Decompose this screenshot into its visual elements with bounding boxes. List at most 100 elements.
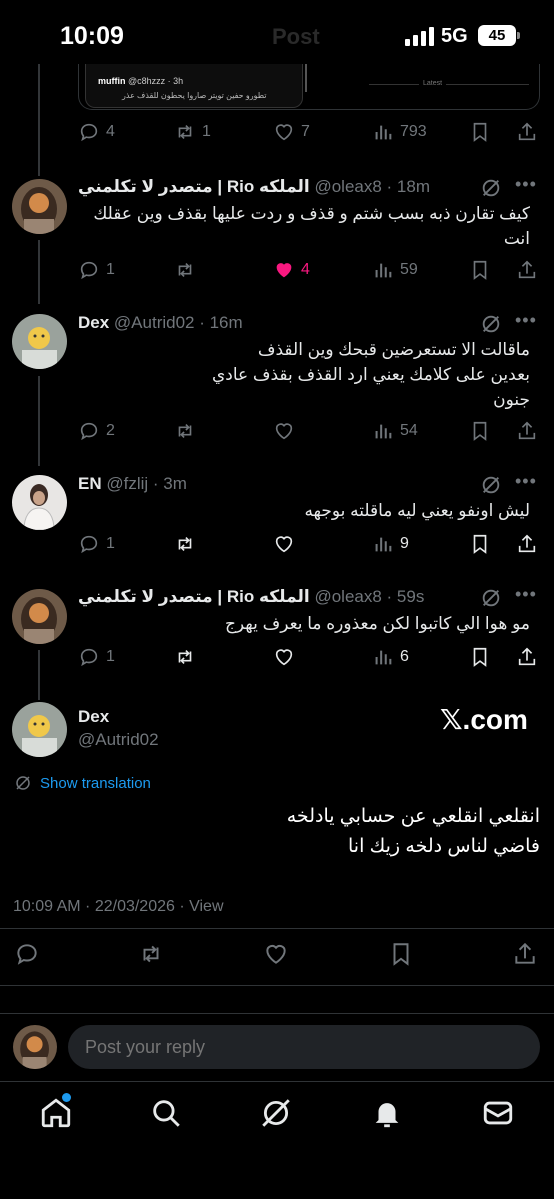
share-icon	[515, 942, 535, 964]
views-button[interactable]: 54	[372, 418, 418, 444]
share-button[interactable]	[512, 941, 538, 967]
reply-icon	[80, 648, 98, 667]
grok-icon[interactable]	[480, 313, 502, 335]
repost-button[interactable]: 1	[174, 119, 211, 145]
author-name[interactable]: Dex	[78, 707, 109, 727]
tab-notifications[interactable]	[370, 1096, 404, 1130]
reply-button[interactable]: 1	[78, 531, 115, 557]
network-label: 5G	[441, 25, 468, 47]
share-icon	[518, 647, 536, 666]
repost-icon	[178, 262, 192, 278]
bookmark-button[interactable]	[469, 257, 491, 283]
author-handle[interactable]: @oleax8 · 18m	[314, 177, 430, 196]
avatar[interactable]	[12, 702, 67, 757]
heart-icon	[266, 944, 286, 964]
more-icon[interactable]: •••	[515, 471, 537, 492]
mail-icon	[483, 1101, 513, 1125]
reply-count: 4	[106, 123, 115, 140]
author-name[interactable]: Dex	[78, 313, 109, 332]
signal-icon	[405, 27, 434, 46]
repost-button[interactable]	[174, 644, 196, 670]
repost-button[interactable]	[138, 941, 164, 967]
tab-search[interactable]	[149, 1096, 183, 1130]
like-button[interactable]	[273, 644, 295, 670]
more-icon[interactable]: •••	[515, 584, 537, 605]
author-handle[interactable]: @oleax8 · 59s	[314, 587, 424, 606]
author-name[interactable]: EN	[78, 474, 102, 493]
bookmark-icon	[393, 943, 409, 966]
avatar-image	[12, 475, 67, 530]
heart-icon	[275, 423, 293, 440]
post-actions: 2 54	[78, 418, 540, 444]
share-icon	[518, 421, 536, 440]
like-button[interactable]	[273, 418, 295, 444]
bookmark-button[interactable]	[469, 418, 491, 444]
post-actions	[14, 941, 540, 967]
reply-input[interactable]	[68, 1025, 540, 1069]
like-button[interactable]: 4	[273, 257, 310, 283]
reply-button[interactable]: 1	[78, 257, 115, 283]
author-name[interactable]: الملكه Rio | متصدر لا تكلمني	[78, 177, 310, 196]
my-avatar[interactable]	[13, 1025, 57, 1069]
more-icon[interactable]: •••	[515, 310, 537, 331]
views-icon	[375, 424, 392, 439]
quoted-post-handle: @c8hzzz · 3h	[128, 76, 184, 86]
grok-icon	[16, 776, 30, 790]
status-time: 10:09	[60, 22, 124, 50]
repost-button[interactable]	[174, 531, 196, 557]
views-button[interactable]: 59	[372, 257, 418, 283]
home-notification-dot	[62, 1093, 71, 1102]
repost-icon	[143, 945, 159, 963]
more-icon[interactable]: •••	[515, 174, 537, 195]
grok-icon[interactable]	[480, 587, 502, 609]
grok-icon	[262, 1099, 290, 1127]
x-watermark: 𝕏.com	[440, 704, 528, 735]
views-count: 9	[400, 535, 409, 552]
avatar[interactable]	[12, 589, 67, 644]
like-button[interactable]: 7	[273, 119, 310, 145]
avatar[interactable]	[12, 314, 67, 369]
like-button[interactable]	[263, 941, 289, 967]
bookmark-button[interactable]	[469, 531, 491, 557]
bookmark-button[interactable]	[388, 941, 414, 967]
reply-button[interactable]: 2	[78, 418, 115, 444]
views-button[interactable]: 9	[372, 531, 409, 557]
bottom-tab-bar	[0, 1082, 554, 1199]
share-button[interactable]	[516, 257, 538, 283]
views-button[interactable]: 793	[372, 119, 427, 145]
post-text: مو هوا الي كاتبوا لكن معذوره ما يعرف يهر…	[224, 614, 530, 633]
views-icon	[375, 125, 392, 140]
repost-button[interactable]	[174, 257, 196, 283]
avatar-image	[12, 179, 67, 234]
avatar[interactable]	[12, 475, 67, 530]
author-handle[interactable]: @Autrid02 · 16m	[114, 313, 243, 332]
share-button[interactable]	[516, 644, 538, 670]
author-handle[interactable]: @Autrid02	[78, 730, 159, 750]
bookmark-button[interactable]	[469, 119, 491, 145]
search-icon	[153, 1100, 180, 1127]
repost-icon	[178, 423, 192, 439]
tab-grok[interactable]	[259, 1096, 293, 1130]
author-name[interactable]: الملكه Rio | متصدر لا تكلمني	[78, 587, 310, 606]
share-button[interactable]	[516, 119, 538, 145]
thread-line	[38, 240, 40, 304]
share-button[interactable]	[516, 418, 538, 444]
reply-button[interactable]	[14, 941, 40, 967]
repost-button[interactable]	[174, 418, 196, 444]
tab-messages[interactable]	[481, 1096, 515, 1130]
views-button[interactable]: 6	[372, 644, 409, 670]
author-handle[interactable]: @fzlij · 3m	[106, 474, 187, 493]
share-button[interactable]	[516, 531, 538, 557]
avatar[interactable]	[12, 179, 67, 234]
quoted-post-card[interactable]: muffin @c8hzzz · 3h تطورو حفين تويتر صار…	[78, 64, 540, 110]
show-translation-button[interactable]: Show translation	[14, 774, 151, 792]
reply-button[interactable]: 1	[78, 644, 115, 670]
like-button[interactable]	[273, 531, 295, 557]
grok-icon[interactable]	[480, 474, 502, 496]
bookmark-button[interactable]	[469, 644, 491, 670]
reply-icon	[80, 535, 98, 554]
reply-button[interactable]: 4	[78, 119, 115, 145]
post-timestamp[interactable]: 10:09 AM · 22/03/2026 · View	[13, 898, 224, 916]
grok-icon[interactable]	[480, 177, 502, 199]
heart-icon	[275, 536, 293, 553]
